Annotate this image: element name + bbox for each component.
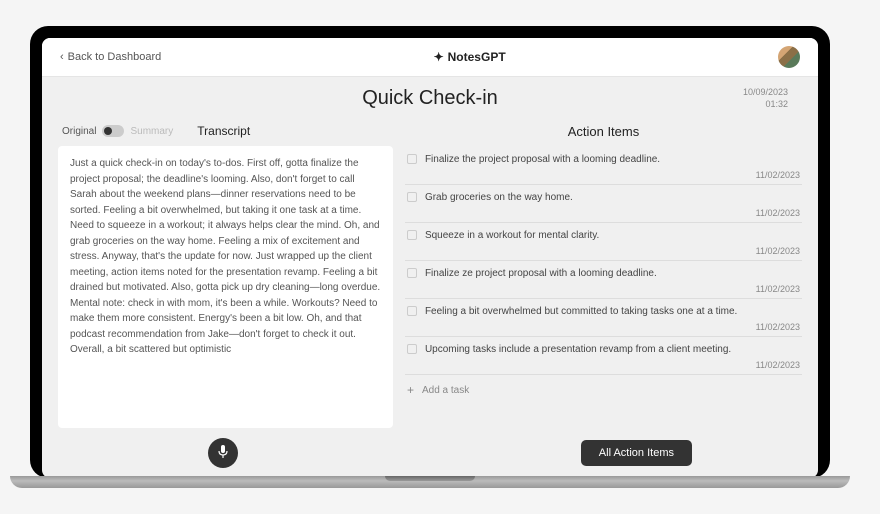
action-checkbox[interactable] — [407, 230, 417, 240]
action-item-date: 11/02/2023 — [407, 246, 800, 256]
add-task-button[interactable]: + Add a task — [405, 375, 802, 405]
plus-icon: + — [407, 383, 414, 397]
action-checkbox[interactable] — [407, 306, 417, 316]
brand-logo: ✦ NotesGPT — [434, 50, 506, 64]
transcript-section-label: Transcript — [197, 124, 250, 138]
action-item-text: Finalize the project proposal with a loo… — [425, 153, 660, 166]
action-item-text: Finalize ze project proposal with a loom… — [425, 267, 657, 280]
action-item-text: Feeling a bit overwhelmed but committed … — [425, 305, 737, 318]
action-item-date: 11/02/2023 — [407, 284, 800, 294]
note-meta: 10/09/2023 01:32 — [743, 87, 788, 110]
action-checkbox[interactable] — [407, 344, 417, 354]
action-item: Squeeze in a workout for mental clarity.… — [405, 223, 802, 261]
top-bar: ‹ Back to Dashboard ✦ NotesGPT — [42, 38, 818, 77]
toggle-original-label: Original — [62, 126, 96, 137]
page-title: Quick Check-in — [362, 87, 498, 110]
add-task-label: Add a task — [422, 385, 469, 396]
action-items-title: Action Items — [409, 124, 798, 139]
microphone-icon — [218, 445, 228, 462]
action-item: Finalize the project proposal with a loo… — [405, 147, 802, 185]
action-item-date: 11/02/2023 — [407, 170, 800, 180]
action-item: Upcoming tasks include a presentation re… — [405, 337, 802, 375]
avatar[interactable] — [778, 46, 800, 68]
action-item-text: Squeeze in a workout for mental clarity. — [425, 229, 599, 242]
note-date: 10/09/2023 — [743, 87, 788, 99]
action-item-date: 11/02/2023 — [407, 360, 800, 370]
record-button[interactable] — [208, 438, 238, 468]
action-item: Grab groceries on the way home. 11/02/20… — [405, 185, 802, 223]
action-item: Feeling a bit overwhelmed but committed … — [405, 299, 802, 337]
note-time: 01:32 — [743, 99, 788, 111]
title-row: Quick Check-in 10/09/2023 01:32 — [42, 77, 818, 116]
transcript-panel: Original Summary Transcript Just a quick… — [42, 116, 399, 432]
sparkle-icon: ✦ — [434, 50, 444, 64]
action-item-date: 11/02/2023 — [407, 208, 800, 218]
action-item-text: Upcoming tasks include a presentation re… — [425, 343, 731, 356]
action-checkbox[interactable] — [407, 268, 417, 278]
original-summary-toggle[interactable] — [102, 125, 124, 137]
toggle-summary-label: Summary — [130, 126, 173, 137]
chevron-left-icon: ‹ — [60, 51, 64, 63]
action-item-date: 11/02/2023 — [407, 322, 800, 332]
action-items-list: Finalize the project proposal with a loo… — [405, 147, 802, 428]
all-action-items-button[interactable]: All Action Items — [581, 440, 692, 466]
transcript-text: Just a quick check-in on today's to-dos.… — [58, 146, 393, 428]
action-item: Finalize ze project proposal with a loom… — [405, 261, 802, 299]
back-to-dashboard-link[interactable]: ‹ Back to Dashboard — [60, 51, 161, 63]
back-label: Back to Dashboard — [68, 51, 162, 63]
action-checkbox[interactable] — [407, 154, 417, 164]
brand-name: NotesGPT — [448, 50, 506, 64]
action-checkbox[interactable] — [407, 192, 417, 202]
action-items-panel: Action Items Finalize the project propos… — [399, 116, 818, 432]
action-item-text: Grab groceries on the way home. — [425, 191, 573, 204]
